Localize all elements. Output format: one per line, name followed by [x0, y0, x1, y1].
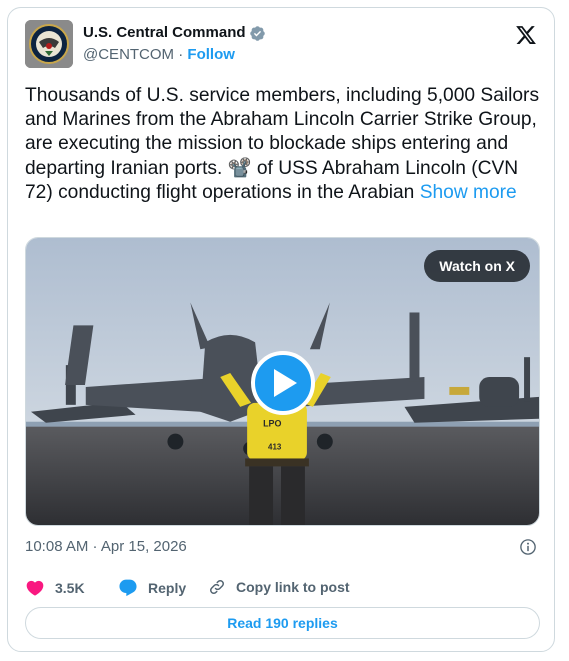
video-media[interactable]: LPO 413 Watch on X	[25, 237, 540, 526]
play-icon	[274, 369, 297, 397]
vest-label-number: 413	[268, 443, 282, 452]
reply-button[interactable]: Reply	[118, 578, 186, 598]
handle-separator: ·	[178, 46, 184, 63]
info-icon[interactable]	[519, 538, 537, 556]
follow-button[interactable]: Follow	[187, 46, 235, 63]
copy-link-label: Copy link to post	[236, 579, 350, 595]
x-logo-icon[interactable]	[515, 24, 537, 46]
like-count: 3.5K	[55, 580, 85, 596]
play-button[interactable]	[251, 351, 315, 415]
post-text: Thousands of U.S. service members, inclu…	[25, 84, 540, 205]
verified-badge-icon	[250, 26, 265, 41]
post-timestamp[interactable]: 10:08 AM · Apr 15, 2026	[25, 538, 187, 555]
like-button[interactable]: 3.5K	[25, 578, 85, 598]
reply-bubble-icon	[119, 579, 137, 597]
copy-link-button[interactable]: Copy link to post	[208, 578, 350, 596]
heart-icon	[26, 580, 44, 596]
read-replies-button[interactable]: Read 190 replies	[25, 607, 540, 639]
watch-on-x-button[interactable]: Watch on X	[424, 250, 530, 282]
link-icon	[210, 580, 224, 594]
centcom-seal-avatar[interactable]	[25, 20, 73, 68]
author-name[interactable]: U.S. Central Command	[83, 24, 246, 41]
reply-label: Reply	[148, 580, 187, 596]
author-handle-row: @CENTCOM · Follow	[83, 46, 235, 63]
author-handle[interactable]: @CENTCOM	[83, 46, 174, 63]
vest-label-top: LPO	[263, 419, 281, 429]
show-more-link[interactable]: Show more	[420, 182, 517, 203]
embedded-post-card: U.S. Central Command @CENTCOM · Follow T…	[7, 7, 555, 652]
